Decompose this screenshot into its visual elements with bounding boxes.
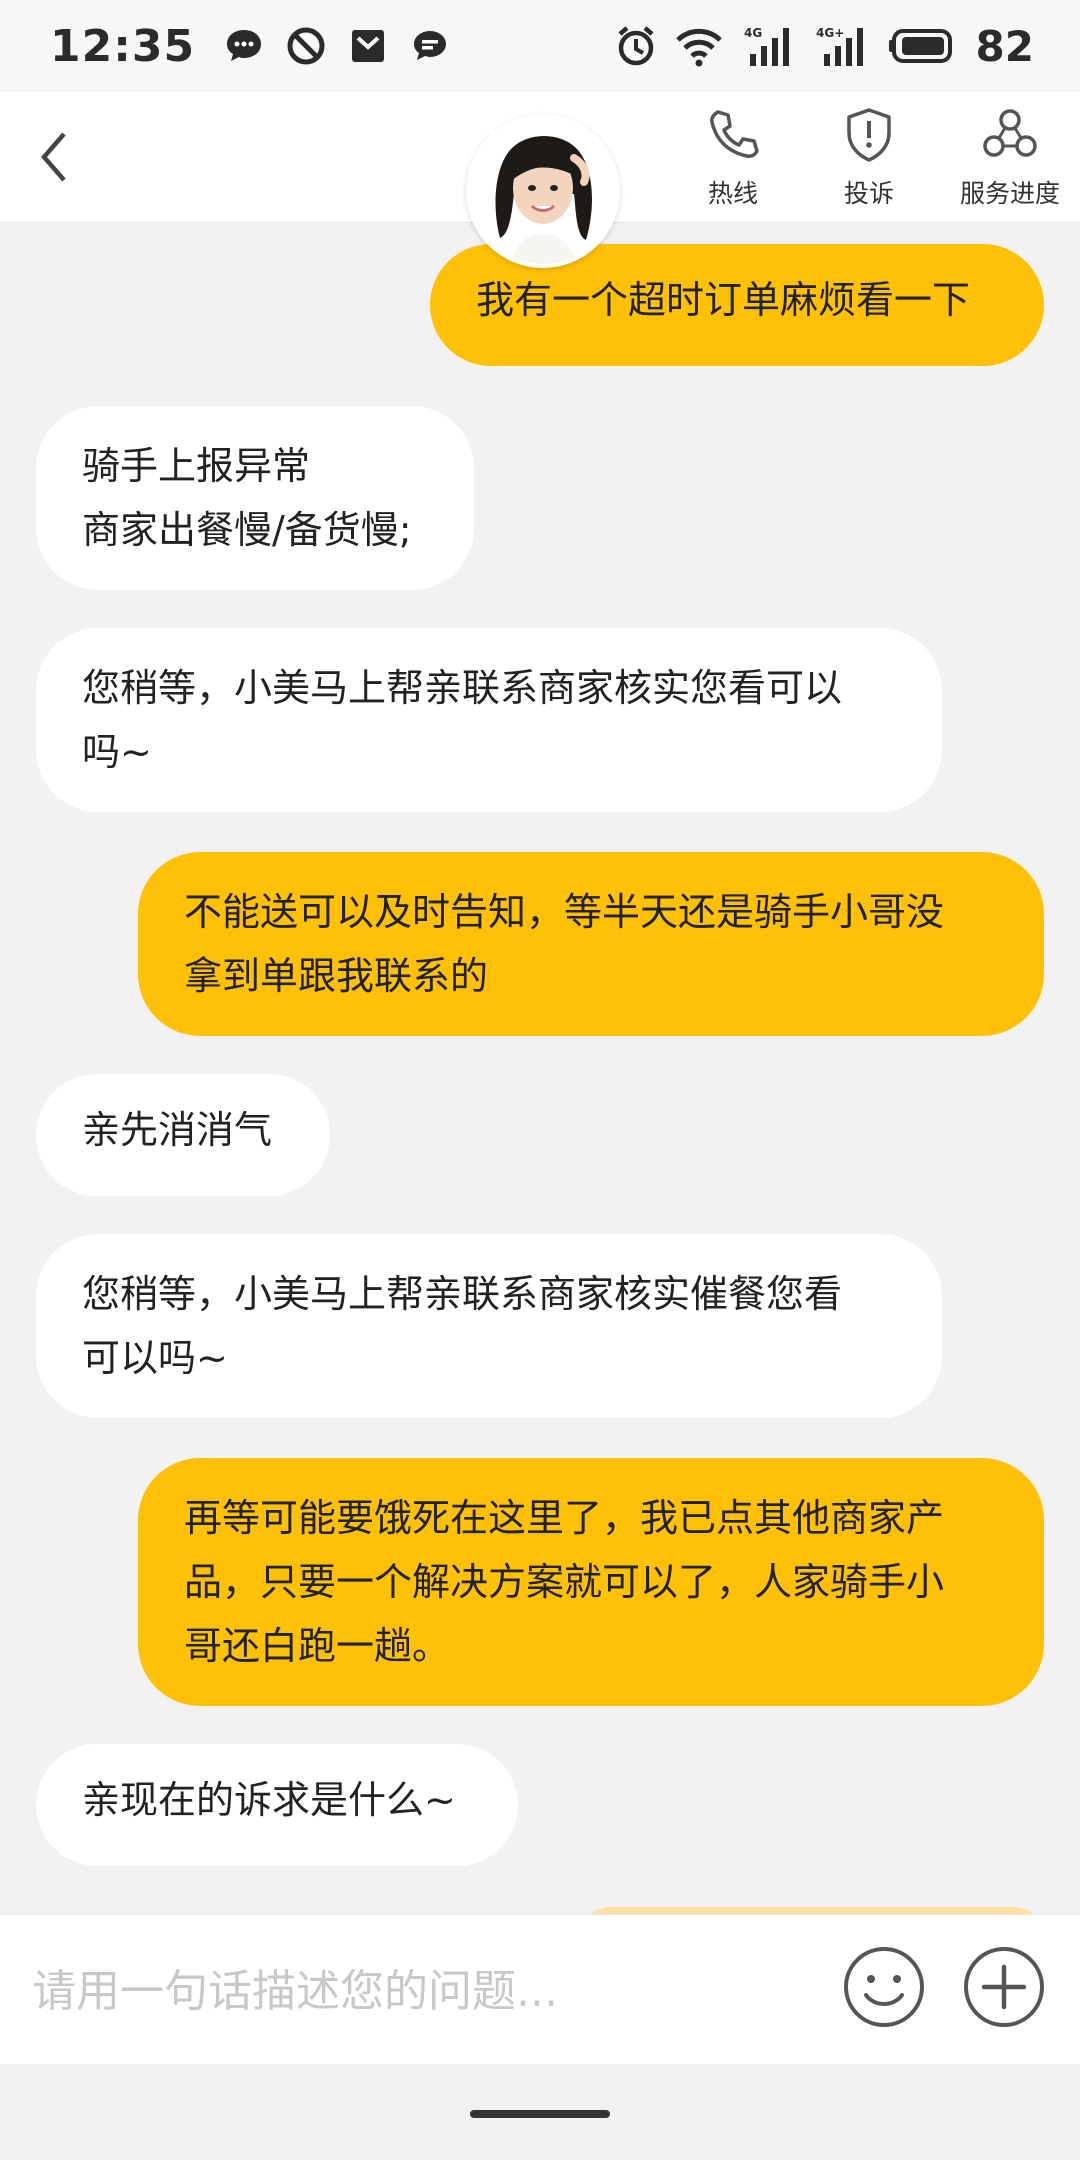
navigation-bar [0,2064,1080,2160]
phone-icon [704,106,762,168]
message-bubble-sent[interactable]: 不能送可以及时告知，等半天还是骑手小哥没 拿到单跟我联系的 [138,852,1044,1036]
alarm-icon [614,24,658,68]
shield-alert-icon [840,106,898,168]
plus-icon [962,1947,1046,2033]
home-indicator[interactable] [470,2110,610,2118]
chevron-left-icon [30,132,90,196]
signal-4g-icon: 4G [740,24,798,68]
chat-bubble-icon [223,25,265,67]
hotline-button[interactable]: 热线 [700,106,766,210]
complaint-button[interactable]: 投诉 [834,106,904,210]
back-button[interactable] [30,122,90,192]
message-bubble-received[interactable]: 您稍等，小美马上帮亲联系商家核实您看可以 吗~ [36,628,942,812]
service-progress-label: 服务进度 [959,179,1060,208]
mail-icon [347,25,389,67]
complaint-label: 投诉 [843,179,894,208]
battery-icon [888,28,954,64]
message-input[interactable] [30,1955,824,2027]
wifi-icon [674,24,724,68]
emoji-button[interactable] [842,1945,926,2029]
svg-text:4G+: 4G+ [816,26,844,40]
message-bubble-sent[interactable]: 再等可能要饿死在这里了，我已点其他商家产 品，只要一个解决方案就可以了，人家骑手… [138,1458,1044,1706]
add-attachment-button[interactable] [962,1945,1046,2029]
smiley-icon [842,1947,926,2033]
progress-nodes-icon [981,106,1039,168]
svg-text:4G: 4G [744,26,762,40]
agent-avatar[interactable] [466,114,620,268]
signal-4g-plus-icon: 4G+ [814,24,872,68]
message-bubble-received[interactable]: 骑手上报异常 商家出餐慢/备货慢; [36,406,474,590]
input-bar [0,1914,1080,2065]
hotline-label: 热线 [707,179,758,208]
status-bar: 12:35 4G 4G+ 82 [0,0,1080,92]
message-bubble-received[interactable]: 您稍等，小美马上帮亲联系商家核实催餐您看 可以吗~ [36,1234,942,1418]
chat-messages[interactable]: 我有一个超时订单麻烦看一下 骑手上报异常 商家出餐慢/备货慢; 您稍等，小美马上… [0,222,1080,1914]
message-icon [409,25,451,67]
system-icons: 4G 4G+ 82 [614,22,1034,71]
message-bubble-partial [580,1907,1044,1914]
service-progress-button[interactable]: 服务进度 [950,106,1070,210]
battery-level: 82 [975,21,1034,71]
do-not-disturb-icon [285,25,327,67]
status-time: 12:35 [50,20,196,72]
message-bubble-received[interactable]: 亲现在的诉求是什么~ [36,1744,518,1866]
notification-icons [223,25,451,67]
message-bubble-received[interactable]: 亲先消消气 [36,1074,330,1196]
